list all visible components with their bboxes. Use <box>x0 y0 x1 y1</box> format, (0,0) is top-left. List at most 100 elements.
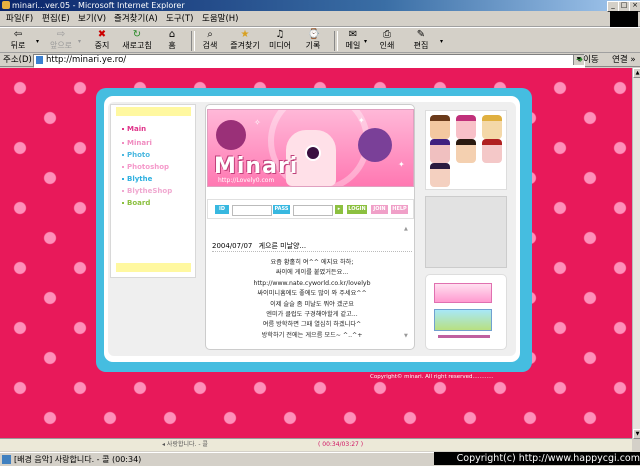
menu-edit[interactable]: 편집(E) <box>42 12 70 26</box>
diary-line: 요즘 황홀히 여^^ 에지요 하하; <box>270 259 354 266</box>
search-icon: ⌕ <box>207 29 213 40</box>
home-button[interactable]: ⌂ 홈 <box>162 30 182 52</box>
star-icon: ✦ <box>398 160 405 169</box>
media-icon: ♫ <box>275 29 285 40</box>
nav-blythe[interactable]: Blythe <box>122 175 152 183</box>
music-player-bar: ◂ 사랑합니다. - 콜 ( 00:34/03:27 ) <box>0 438 632 451</box>
printer-icon: ⎙ <box>383 29 391 40</box>
side-menu-top-bar <box>116 107 191 116</box>
nav-board[interactable]: Board <box>122 199 150 207</box>
menu-bar: 파일(F) 편집(E) 보기(V) 즐겨찾기(A) 도구(T) 도움말(H) <box>0 11 640 27</box>
diary-header: 2004/07/07 게으른 미날양... <box>212 240 412 252</box>
shop-banner-panel <box>425 274 507 350</box>
forward-arrow-icon: ⇨ <box>56 29 66 40</box>
scroll-down-icon[interactable]: ▼ <box>633 429 640 439</box>
mail-button[interactable]: ✉ 메일 <box>342 30 364 52</box>
bullet-icon <box>122 178 124 180</box>
music-title[interactable]: ◂ 사랑합니다. - 콜 <box>162 439 208 451</box>
menu-view[interactable]: 보기(V) <box>78 12 106 26</box>
star-icon: ✧ <box>254 118 261 127</box>
diary-date: 2004/07/07 <box>212 242 253 250</box>
nav-blytheshop[interactable]: BlytheShop <box>122 187 172 195</box>
flower-icon <box>216 120 246 150</box>
bullet-icon <box>122 142 124 144</box>
nav-main[interactable]: Main <box>122 125 146 133</box>
bullet-icon <box>122 202 124 204</box>
stop-button[interactable]: ✖ 중지 <box>90 30 114 52</box>
favorites-icon: ★ <box>240 29 250 40</box>
back-dropdown-icon[interactable]: ▾ <box>36 38 39 45</box>
nav-photoshop[interactable]: Photoshop <box>122 163 169 171</box>
windows-logo-icon <box>610 11 638 27</box>
doll-gallery <box>425 110 507 190</box>
scroll-down-icon[interactable]: ▼ <box>404 333 408 339</box>
address-url: http://minari.ye.ro/ <box>46 55 127 65</box>
pass-label: PASS <box>273 205 290 214</box>
back-button[interactable]: ⇦ 뒤로 <box>4 30 32 52</box>
menu-help[interactable]: 도움말(H) <box>202 12 238 26</box>
address-bar: 주소(D) http://minari.ye.ro/ ▼ ➜이동 연결 » <box>0 53 640 68</box>
favorites-button[interactable]: ★ 즐겨찾기 <box>228 30 262 52</box>
gem-icon <box>305 145 321 161</box>
doll-thumb[interactable] <box>430 139 450 163</box>
refresh-button[interactable]: ↻ 새로고침 <box>118 30 156 52</box>
forward-dropdown-icon[interactable]: ▾ <box>78 38 81 45</box>
login-button[interactable]: LOGIN <box>347 205 367 214</box>
forward-button[interactable]: ⇨ 앞으로 <box>46 30 76 52</box>
history-button[interactable]: ⌚ 기록 <box>302 30 324 52</box>
diary-line: 싸이미니홈에도 좋에도 많이 와 주세요^^ <box>257 290 367 298</box>
shop-banner[interactable] <box>434 283 492 303</box>
status-text: [배경 음악] 사랑합니다. - 콜 (00:34) <box>14 455 142 464</box>
menu-favorites[interactable]: 즐겨찾기(A) <box>114 12 158 26</box>
doll-thumb[interactable] <box>430 115 450 139</box>
scroll-up-icon[interactable]: ▲ <box>404 226 408 232</box>
bullet-icon <box>122 190 124 192</box>
print-button[interactable]: ⎙ 인쇄 <box>376 30 398 52</box>
menu-tools[interactable]: 도구(T) <box>166 12 193 26</box>
mail-dropdown-icon[interactable]: ▾ <box>364 38 367 45</box>
diary-title: 게으른 미날양... <box>258 242 307 250</box>
page-viewport: Main Minari Photo Photoshop Blythe Blyth… <box>0 68 632 438</box>
links-button[interactable]: 연결 » <box>612 53 636 67</box>
edit-button[interactable]: ✎ 편집 <box>410 30 432 52</box>
grey-widget <box>425 196 507 268</box>
bullet-icon <box>122 128 124 130</box>
shop-banner[interactable] <box>434 309 492 331</box>
history-icon: ⌚ <box>307 29 320 40</box>
join-button[interactable]: JOIN <box>371 205 388 214</box>
page-scrollbar[interactable]: ▲ ▼ <box>632 68 640 439</box>
diary-line: 여름 방학하면 그때 열심히 하겠니다^ <box>262 321 362 329</box>
id-input[interactable] <box>232 205 272 216</box>
go-icon[interactable]: ▸ <box>335 205 343 214</box>
bullet-icon <box>122 166 124 168</box>
window-title: minari...ver.05 - Microsoft Internet Exp… <box>12 1 185 10</box>
toolbar: ⇦ 뒤로 ▾ ⇨ 앞으로 ▾ ✖ 중지 ↻ 새로고침 ⌂ 홈 ⌕ 검색 ★ 즐겨… <box>0 27 640 53</box>
doll-thumb[interactable] <box>482 139 502 163</box>
doll-thumb[interactable] <box>482 115 502 139</box>
menu-file[interactable]: 파일(F) <box>6 12 33 26</box>
toolbar-separator <box>191 31 195 51</box>
search-button[interactable]: ⌕ 검색 <box>198 30 222 52</box>
address-label: 주소(D) <box>3 55 32 65</box>
doll-thumb[interactable] <box>456 115 476 139</box>
diary-link[interactable]: http://www.nate.cyworld.co.kr/lovelyb <box>214 279 410 289</box>
diary-line: 싸이에 게이를 붙였거든요... <box>275 269 349 277</box>
nav-minari[interactable]: Minari <box>122 139 152 147</box>
diary-line: 방학하기 전에는 게으름 모드~ ^..^+ <box>261 331 363 339</box>
password-input[interactable] <box>293 205 333 216</box>
scroll-up-icon[interactable]: ▲ <box>633 68 640 78</box>
nav-photo[interactable]: Photo <box>122 151 150 159</box>
address-input[interactable]: http://minari.ye.ro/ ▼ <box>33 54 585 68</box>
minari-banner: ✦ ✦ ✧ Minari http://Lovely0.com <box>207 109 414 187</box>
help-button[interactable]: HELP <box>391 205 408 214</box>
page-icon <box>36 56 43 64</box>
banner-url: http://Lovely0.com <box>218 177 275 184</box>
ie-icon <box>2 1 10 9</box>
edit-dropdown-icon[interactable]: ▾ <box>440 38 443 45</box>
edit-icon: ✎ <box>416 29 426 40</box>
go-button[interactable]: ➜이동 <box>576 53 599 67</box>
music-time: ( 00:34/03:27 ) <box>318 441 364 448</box>
doll-thumb[interactable] <box>456 139 476 163</box>
media-button[interactable]: ♫ 미디어 <box>266 30 294 52</box>
doll-thumb[interactable] <box>430 163 450 187</box>
